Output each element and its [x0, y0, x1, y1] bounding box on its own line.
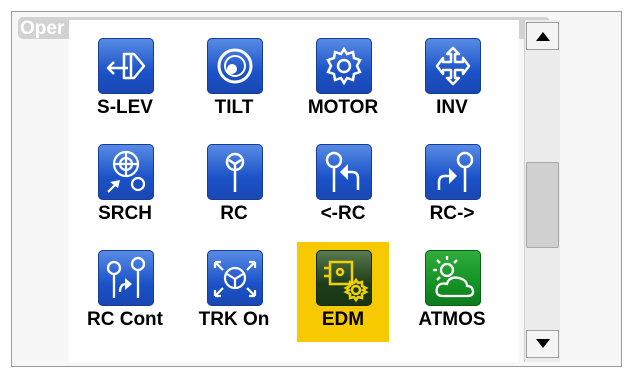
tile-label: ATMOS: [418, 309, 486, 330]
remote-prism-icon: [207, 144, 263, 200]
edm-settings-icon: [316, 250, 372, 306]
tile-label: RC Cont: [87, 309, 163, 330]
tile-label: TRK On: [198, 309, 270, 330]
scroll-thumb[interactable]: [526, 162, 559, 248]
weather-icon: [425, 250, 481, 306]
tile-rc[interactable]: RC: [188, 136, 280, 236]
tile-srch[interactable]: SRCH: [79, 136, 171, 236]
tile-motor[interactable]: MOTOR: [297, 30, 389, 130]
tile-label: RC->: [429, 203, 475, 224]
tile-atmos[interactable]: ATMOS: [406, 242, 498, 342]
invert-icon: [425, 38, 481, 94]
background-title: Oper: [20, 18, 65, 39]
arrow-down-icon: [536, 339, 550, 348]
vertical-scrollbar[interactable]: [524, 20, 560, 362]
search-prism-icon: [98, 144, 154, 200]
tile-s-lev[interactable]: S-LEV: [79, 30, 171, 130]
tile-rc-left[interactable]: <-RC: [297, 136, 389, 236]
rc-continue-icon: [98, 250, 154, 306]
tilt-icon: [207, 38, 263, 94]
tracking-icon: [207, 250, 263, 306]
tile-tilt[interactable]: TILT: [188, 30, 280, 130]
tile-label: MOTOR: [307, 97, 379, 118]
scroll-down-button[interactable]: [526, 330, 559, 358]
tile-trk-on[interactable]: TRK On: [188, 242, 280, 342]
tile-label: RC: [220, 203, 248, 224]
arrow-up-icon: [536, 32, 550, 41]
tile-label: <-RC: [320, 203, 366, 224]
function-menu-popup: S-LEV TILT MOTOR INV SRCH RC <-RC RC-> R…: [69, 20, 519, 362]
s-lev-icon: [98, 38, 154, 94]
tile-inv[interactable]: INV: [406, 30, 498, 130]
tile-label: TILT: [214, 97, 254, 118]
tile-label: INV: [436, 97, 468, 118]
tile-label: EDM: [321, 309, 365, 330]
tile-rc-right[interactable]: RC->: [406, 136, 498, 236]
scroll-up-button[interactable]: [526, 22, 559, 50]
tile-edm[interactable]: EDM: [297, 242, 389, 342]
tile-label: S-LEV: [97, 97, 153, 118]
tile-rc-cont[interactable]: RC Cont: [79, 242, 171, 342]
rc-left-icon: [316, 144, 372, 200]
motor-gear-icon: [316, 38, 372, 94]
rc-right-icon: [425, 144, 481, 200]
tile-label: SRCH: [98, 203, 152, 224]
